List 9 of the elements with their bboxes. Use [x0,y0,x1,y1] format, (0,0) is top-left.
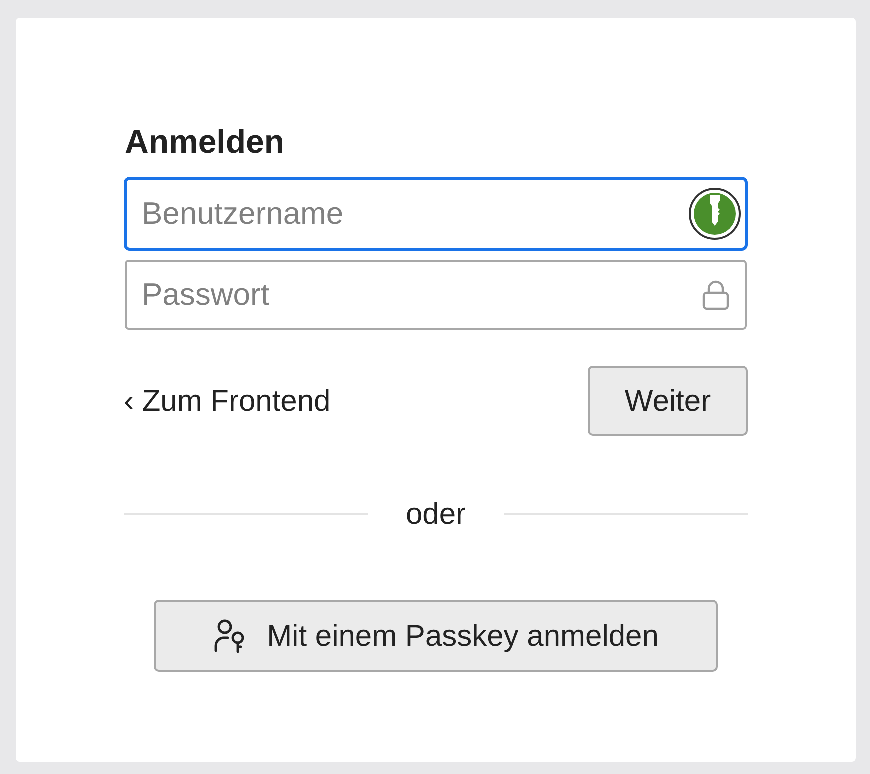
username-field[interactable]: Benutzername [124,177,748,251]
passkey-button[interactable]: Mit einem Passkey anmelden [154,600,718,672]
continue-button[interactable]: Weiter [588,366,748,436]
key-icon[interactable] [688,187,742,241]
lock-icon [702,279,730,311]
password-field[interactable]: Passwort [125,260,747,330]
back-link[interactable]: ‹ Zum Frontend [124,378,331,424]
login-title: Anmelden [125,122,286,162]
separator-label: oder [404,496,468,532]
